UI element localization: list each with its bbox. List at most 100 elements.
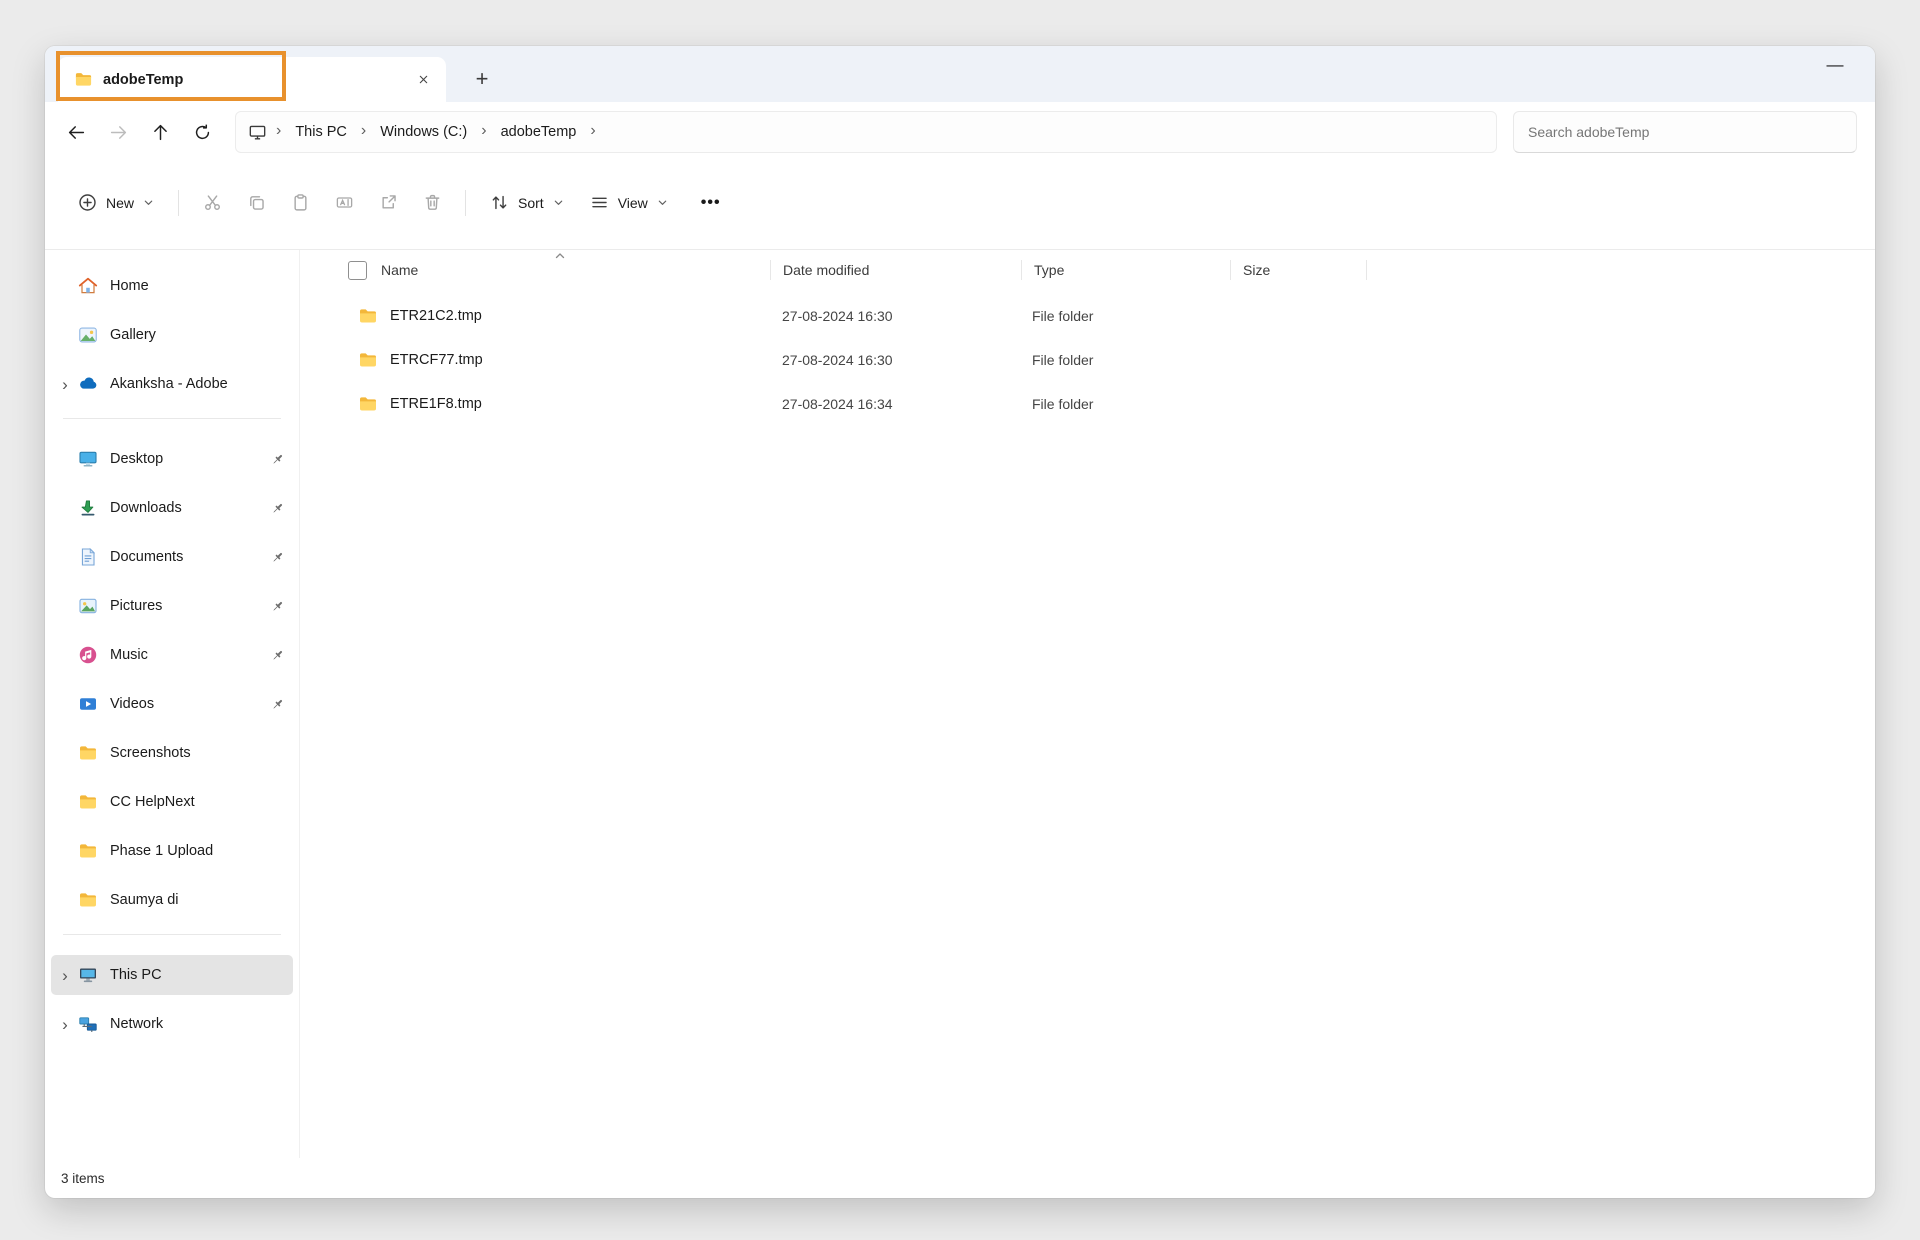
column-separator[interactable] xyxy=(1366,260,1367,280)
pictures-icon xyxy=(77,595,99,617)
sidebar-item-onedrive[interactable]: › Akanksha - Adobe xyxy=(51,364,293,404)
new-button[interactable]: New xyxy=(65,183,167,223)
sidebar-item-videos[interactable]: Videos xyxy=(51,684,293,724)
breadcrumb-item-adobetemp[interactable]: adobeTemp xyxy=(494,119,584,145)
sidebar-item-pictures[interactable]: Pictures xyxy=(51,586,293,626)
navigation-pane: Home Gallery › Akanksha - Adobe Desktop xyxy=(45,250,300,1158)
search-input[interactable] xyxy=(1526,123,1844,141)
view-list-icon xyxy=(590,193,609,212)
sidebar-item-label: Home xyxy=(110,278,149,294)
folder-icon xyxy=(77,742,99,764)
navigation-bar: › This PC › Windows (C:) › adobeTemp › xyxy=(45,102,1875,162)
breadcrumb-item-windows-c[interactable]: Windows (C:) xyxy=(373,119,474,145)
table-row[interactable]: ETRCF77.tmp 27-08-2024 16:30 File folder xyxy=(300,338,1875,382)
column-label: Size xyxy=(1243,262,1270,278)
sidebar-item-this-pc[interactable]: › This PC xyxy=(51,955,293,995)
sidebar-item-phase-1-upload[interactable]: Phase 1 Upload xyxy=(51,831,293,871)
sidebar-item-desktop[interactable]: Desktop xyxy=(51,439,293,479)
file-date-modified: 27-08-2024 16:30 xyxy=(770,352,1020,368)
file-name: ETRE1F8.tmp xyxy=(390,396,482,412)
breadcrumb-chevron-icon: › xyxy=(356,122,371,140)
minimize-button[interactable]: — xyxy=(1811,46,1859,84)
column-header-size[interactable]: Size xyxy=(1231,262,1366,278)
sidebar-item-label: Pictures xyxy=(110,598,162,614)
column-header-type[interactable]: Type xyxy=(1022,262,1230,278)
sort-ascending-icon xyxy=(554,250,566,262)
forward-arrow-icon xyxy=(109,123,128,142)
delete-button[interactable] xyxy=(411,183,453,223)
refresh-button[interactable] xyxy=(181,112,223,152)
file-name: ETRCF77.tmp xyxy=(390,352,483,368)
sidebar-item-home[interactable]: Home xyxy=(51,266,293,306)
column-header-name[interactable]: Name xyxy=(346,261,770,280)
toolbar-separator xyxy=(465,190,466,216)
chevron-right-icon[interactable]: › xyxy=(53,1016,77,1033)
trash-icon xyxy=(423,193,442,212)
column-header-row: Name Date modified Type Size xyxy=(300,250,1875,290)
sidebar-item-screenshots[interactable]: Screenshots xyxy=(51,733,293,773)
sidebar-item-music[interactable]: Music xyxy=(51,635,293,675)
sidebar-item-label: Videos xyxy=(110,696,154,712)
folder-icon xyxy=(358,306,378,326)
paste-button[interactable] xyxy=(279,183,321,223)
forward-button[interactable] xyxy=(97,112,139,152)
table-row[interactable]: ETR21C2.tmp 27-08-2024 16:30 File folder xyxy=(300,294,1875,338)
file-type: File folder xyxy=(1020,308,1228,324)
breadcrumb[interactable]: › This PC › Windows (C:) › adobeTemp › xyxy=(235,111,1497,153)
sidebar-item-cc-helpnext[interactable]: CC HelpNext xyxy=(51,782,293,822)
folder-icon xyxy=(77,889,99,911)
status-bar: 3 items xyxy=(45,1158,1875,1198)
file-name: ETR21C2.tmp xyxy=(390,308,482,324)
item-count: 3 items xyxy=(61,1171,105,1186)
folder-icon xyxy=(358,350,378,370)
folder-icon xyxy=(74,70,93,89)
sidebar-item-label: Documents xyxy=(110,549,183,565)
plus-circle-icon xyxy=(78,193,97,212)
cut-icon xyxy=(203,193,222,212)
chevron-down-icon xyxy=(143,197,154,208)
sidebar-item-network[interactable]: › Network xyxy=(51,1004,293,1044)
toolbar-separator xyxy=(178,190,179,216)
sidebar-divider xyxy=(63,934,281,935)
sort-arrows-icon xyxy=(490,193,509,212)
sidebar-item-label: Akanksha - Adobe xyxy=(110,376,228,392)
back-button[interactable] xyxy=(55,112,97,152)
table-row[interactable]: ETRE1F8.tmp 27-08-2024 16:34 File folder xyxy=(300,382,1875,426)
file-explorer-window: adobeTemp + — › This PC › Window xyxy=(45,46,1875,1198)
this-pc-icon xyxy=(77,964,99,986)
documents-icon xyxy=(77,546,99,568)
up-button[interactable] xyxy=(139,112,181,152)
sidebar-item-gallery[interactable]: Gallery xyxy=(51,315,293,355)
close-icon xyxy=(418,74,429,85)
share-button[interactable] xyxy=(367,183,409,223)
file-type: File folder xyxy=(1020,352,1228,368)
rename-icon xyxy=(335,193,354,212)
more-options-button[interactable]: ••• xyxy=(689,183,733,223)
music-icon xyxy=(77,644,99,666)
sidebar-item-documents[interactable]: Documents xyxy=(51,537,293,577)
file-date-modified: 27-08-2024 16:34 xyxy=(770,396,1020,412)
sidebar-item-saumya-di[interactable]: Saumya di xyxy=(51,880,293,920)
sidebar-item-label: Phase 1 Upload xyxy=(110,843,213,859)
chevron-right-icon[interactable]: › xyxy=(53,376,77,393)
pin-icon xyxy=(269,500,285,516)
column-header-date-modified[interactable]: Date modified xyxy=(771,262,1021,278)
tab-close-button[interactable] xyxy=(410,67,436,93)
breadcrumb-item-this-pc[interactable]: This PC xyxy=(288,119,354,145)
rename-button[interactable] xyxy=(323,183,365,223)
chevron-down-icon xyxy=(553,197,564,208)
select-all-checkbox[interactable] xyxy=(348,261,367,280)
view-button[interactable]: View xyxy=(577,183,681,223)
cut-button[interactable] xyxy=(191,183,233,223)
pin-icon xyxy=(269,451,285,467)
new-tab-button[interactable]: + xyxy=(466,63,498,95)
sort-button[interactable]: Sort xyxy=(477,183,577,223)
sidebar-item-downloads[interactable]: Downloads xyxy=(51,488,293,528)
copy-button[interactable] xyxy=(235,183,277,223)
chevron-right-icon[interactable]: › xyxy=(53,967,77,984)
share-icon xyxy=(379,193,398,212)
folder-icon xyxy=(77,791,99,813)
tab-adobetemp[interactable]: adobeTemp xyxy=(58,57,446,102)
file-list-pane: Name Date modified Type Size xyxy=(300,250,1875,1158)
sidebar-item-label: CC HelpNext xyxy=(110,794,195,810)
